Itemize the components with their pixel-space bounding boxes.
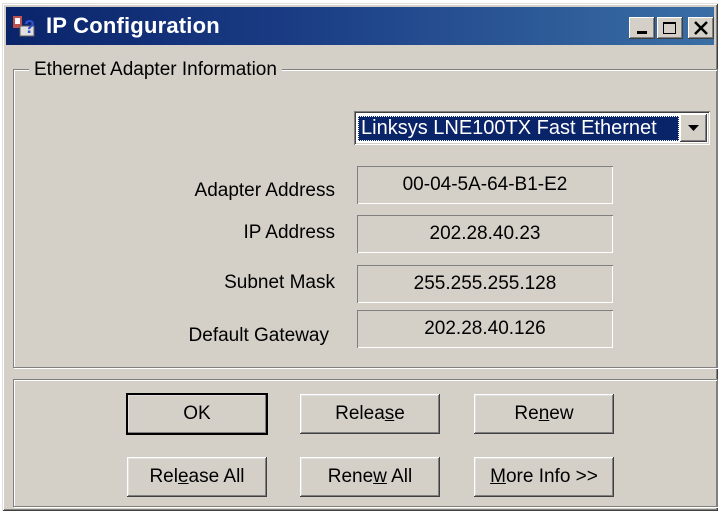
renew-all-label-mnemonic: w [373,466,387,487]
window-title: IP Configuration [46,13,220,38]
release-all-label-pre: Rel [149,466,178,487]
title-bar[interactable]: ? IP Configuration [6,7,714,45]
close-icon [694,21,708,35]
release-all-label-post: ase All [188,466,245,487]
release-label-post: e [394,403,405,424]
ip-address-label: IP Address [243,222,335,243]
ok-button[interactable]: OK [126,393,268,435]
maximize-icon [663,22,676,34]
adapter-select-arrow-button[interactable] [680,114,707,142]
release-button[interactable]: Release [300,394,440,434]
renew-all-button[interactable]: Renew All [300,457,440,497]
renew-all-label-post: All [386,466,413,487]
adapter-address-value: 00-04-5A-64-B1-E2 [357,166,613,204]
adapter-address-label: Adapter Address [194,180,335,201]
ok-button-label: OK [183,403,211,424]
ip-address-value: 202.28.40.23 [357,215,613,253]
renew-button[interactable]: Renew [474,394,614,434]
renew-label-post: ew [549,403,574,424]
renew-label-pre: Re [514,403,539,424]
release-all-label-mnemonic: e [177,466,189,487]
default-gateway-label: Default Gateway [188,325,329,346]
group-legend: Ethernet Adapter Information [29,58,282,82]
adapter-select[interactable]: Linksys LNE100TX Fast Ethernet [354,111,710,145]
release-all-button[interactable]: Release All [127,457,267,497]
release-label-mnemonic: s [384,403,395,424]
renew-label-mnemonic: n [538,403,550,424]
close-button[interactable] [688,17,714,39]
chevron-down-icon [688,125,699,131]
maximize-button[interactable] [657,17,683,39]
release-label-pre: Relea [335,403,385,424]
default-gateway-value: 202.28.40.126 [357,310,613,348]
network-question-icon: ? [12,14,38,38]
subnet-mask-label: Subnet Mask [224,272,335,293]
ip-configuration-window: ? IP Configuration Ethernet Adapter Info… [2,3,718,511]
renew-all-label-pre: Rene [327,466,374,487]
minimize-button[interactable] [629,17,655,39]
subnet-mask-value: 255.255.255.128 [357,265,613,303]
more-info-label-post: ore Info >> [505,466,598,487]
more-info-button[interactable]: More Info >> [474,457,614,497]
more-info-label-mnemonic: M [490,466,506,487]
adapter-select-value: Linksys LNE100TX Fast Ethernet [358,116,679,141]
minimize-icon [637,31,647,34]
svg-text:?: ? [24,17,35,37]
